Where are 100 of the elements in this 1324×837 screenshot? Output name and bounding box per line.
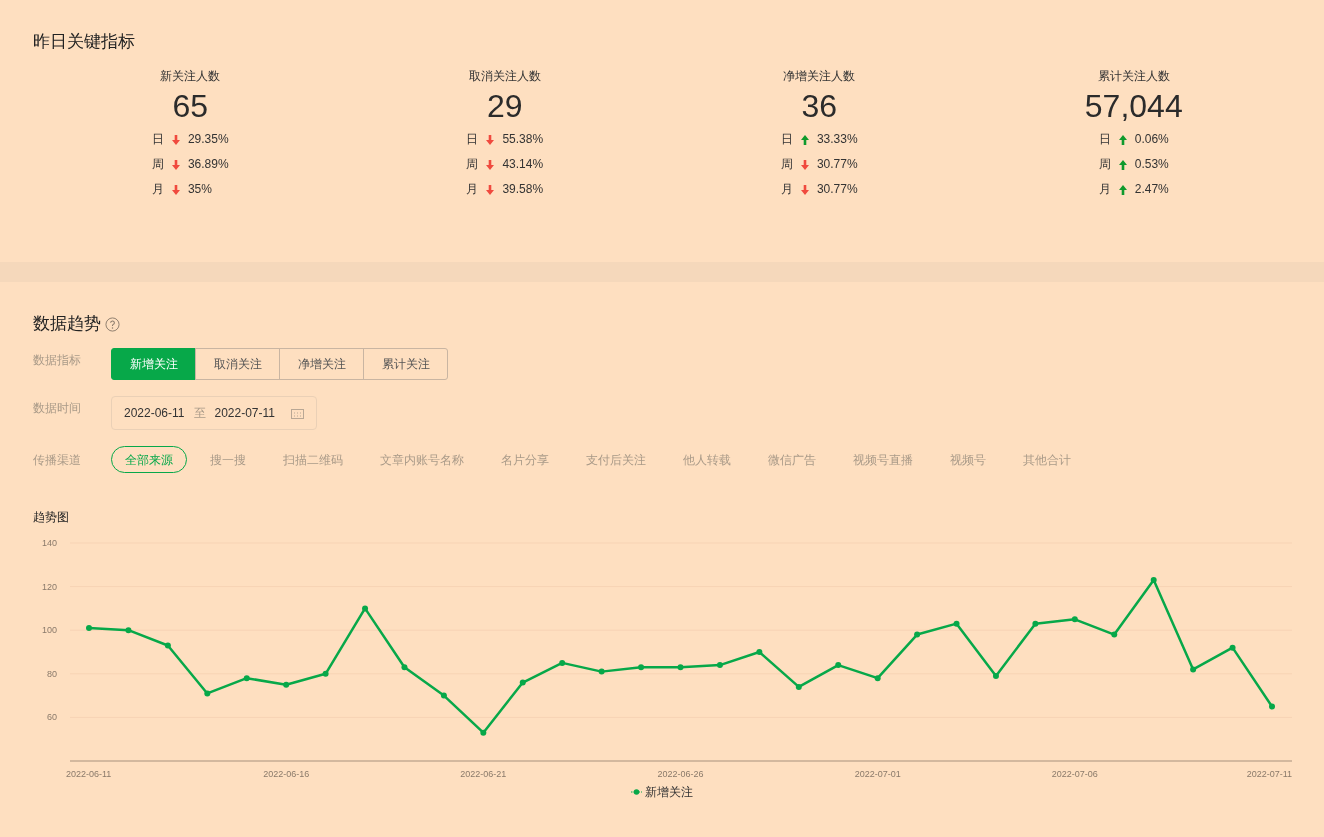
- indicator-tab[interactable]: 取消关注: [195, 348, 280, 380]
- down-arrow-icon: [800, 159, 809, 170]
- data-point: [559, 659, 566, 666]
- data-point: [1269, 703, 1275, 710]
- period-label: 月: [780, 181, 793, 198]
- data-point: [480, 729, 487, 736]
- data-point: [283, 681, 290, 688]
- x-axis-label: 2022-06-26: [657, 769, 704, 779]
- change-percent: 30.77%: [816, 181, 858, 198]
- metric-label: 净增关注人数: [783, 68, 856, 85]
- down-arrow-icon: [800, 184, 809, 195]
- down-arrow-icon: [486, 159, 495, 170]
- down-arrow-icon: [486, 184, 495, 195]
- data-point: [440, 692, 447, 699]
- indicator-tab[interactable]: 累计关注: [363, 348, 448, 380]
- change-percent: 35%: [187, 181, 212, 198]
- start-date: 2022-06-11: [124, 405, 185, 422]
- period-label: 日: [151, 131, 164, 148]
- channel-option[interactable]: 名片分享: [487, 446, 563, 473]
- indicator-tab[interactable]: 净增关注: [279, 348, 364, 380]
- x-axis-label: 2022-07-11: [1246, 769, 1292, 779]
- down-arrow-icon: [171, 159, 180, 170]
- calendar-icon: [291, 407, 304, 419]
- data-point: [638, 664, 645, 671]
- change-percent: 43.14%: [502, 156, 544, 173]
- x-axis-label: 2022-07-06: [1051, 769, 1098, 779]
- chart-title: 趋势图: [32, 509, 70, 526]
- change-percent: 30.77%: [816, 156, 858, 173]
- data-point: [756, 649, 763, 655]
- down-arrow-icon: [171, 184, 180, 195]
- data-point: [86, 625, 92, 631]
- data-point: [1032, 620, 1039, 627]
- data-point: [795, 683, 802, 690]
- data-point: [1150, 577, 1157, 584]
- legend-label[interactable]: 新增关注: [645, 783, 693, 801]
- channel-option[interactable]: 视频号: [936, 446, 1000, 473]
- period-label: 月: [151, 181, 164, 198]
- data-point: [598, 668, 605, 675]
- change-percent: 2.47%: [1134, 181, 1169, 198]
- data-point: [362, 605, 369, 612]
- change-percent: 29.35%: [187, 131, 229, 148]
- data-point: [519, 679, 526, 686]
- y-axis-label: 100: [41, 625, 57, 636]
- channel-option[interactable]: 文章内账号名称: [366, 446, 478, 473]
- up-arrow-icon: [800, 134, 809, 145]
- y-axis-label: 120: [41, 581, 57, 592]
- channel-option[interactable]: 他人转载: [669, 446, 745, 473]
- data-point: [164, 642, 171, 649]
- range-separator: 至: [193, 405, 206, 422]
- down-arrow-icon: [486, 134, 495, 145]
- up-arrow-icon: [1118, 134, 1127, 145]
- channel-option[interactable]: 其他合计: [1009, 446, 1085, 473]
- data-point: [716, 662, 723, 669]
- period-label: 月: [1098, 181, 1111, 198]
- x-axis-label: 2022-06-11: [66, 769, 112, 779]
- indicator-tab[interactable]: 新增关注: [111, 348, 196, 380]
- period-label: 日: [1098, 131, 1111, 148]
- data-point: [322, 670, 329, 677]
- channel-option[interactable]: 支付后关注: [572, 446, 660, 473]
- down-arrow-icon: [171, 134, 180, 145]
- x-axis-label: 2022-07-01: [854, 769, 901, 779]
- data-point: [874, 675, 881, 682]
- x-axis-label: 2022-06-21: [460, 769, 507, 779]
- data-point: [1071, 616, 1078, 623]
- period-label: 周: [780, 156, 793, 173]
- data-point: [125, 627, 132, 634]
- date-range-picker[interactable]: 2022-06-11 至 2022-07-11: [111, 396, 317, 430]
- channel-option[interactable]: 扫描二维码: [269, 446, 357, 473]
- period-label: 日: [466, 131, 479, 148]
- period-label: 月: [466, 181, 479, 198]
- data-point: [677, 664, 684, 671]
- y-axis-label: 80: [47, 668, 57, 679]
- period-label: 周: [466, 156, 479, 173]
- change-percent: 33.33%: [816, 131, 858, 148]
- data-point: [953, 620, 960, 627]
- metric-value: 36: [801, 87, 838, 126]
- metric-value: 65: [172, 87, 209, 126]
- channel-option[interactable]: 搜一搜: [196, 446, 260, 473]
- metric-value: 29: [486, 87, 523, 126]
- end-date: 2022-07-11: [214, 405, 275, 422]
- section-title: 昨日关键指标: [33, 31, 136, 53]
- field-label: 传播渠道: [33, 451, 82, 469]
- data-point: [401, 664, 408, 671]
- help-icon[interactable]: [105, 316, 120, 332]
- field-label: 数据时间: [33, 400, 82, 417]
- up-arrow-icon: [1118, 159, 1127, 170]
- data-point: [1229, 644, 1236, 651]
- metric-label: 累计关注人数: [1097, 68, 1170, 85]
- data-point: [1111, 631, 1118, 638]
- channel-option[interactable]: 微信广告: [754, 446, 830, 473]
- channel-option[interactable]: 视频号直播: [839, 446, 927, 473]
- data-point: [1190, 666, 1197, 673]
- change-percent: 0.53%: [1134, 156, 1169, 173]
- up-arrow-icon: [1118, 184, 1127, 195]
- period-label: 周: [1098, 156, 1111, 173]
- x-axis-label: 2022-06-16: [263, 769, 310, 779]
- data-point: [914, 631, 921, 638]
- change-percent: 55.38%: [502, 131, 544, 148]
- data-point: [992, 673, 999, 679]
- change-percent: 36.89%: [187, 156, 229, 173]
